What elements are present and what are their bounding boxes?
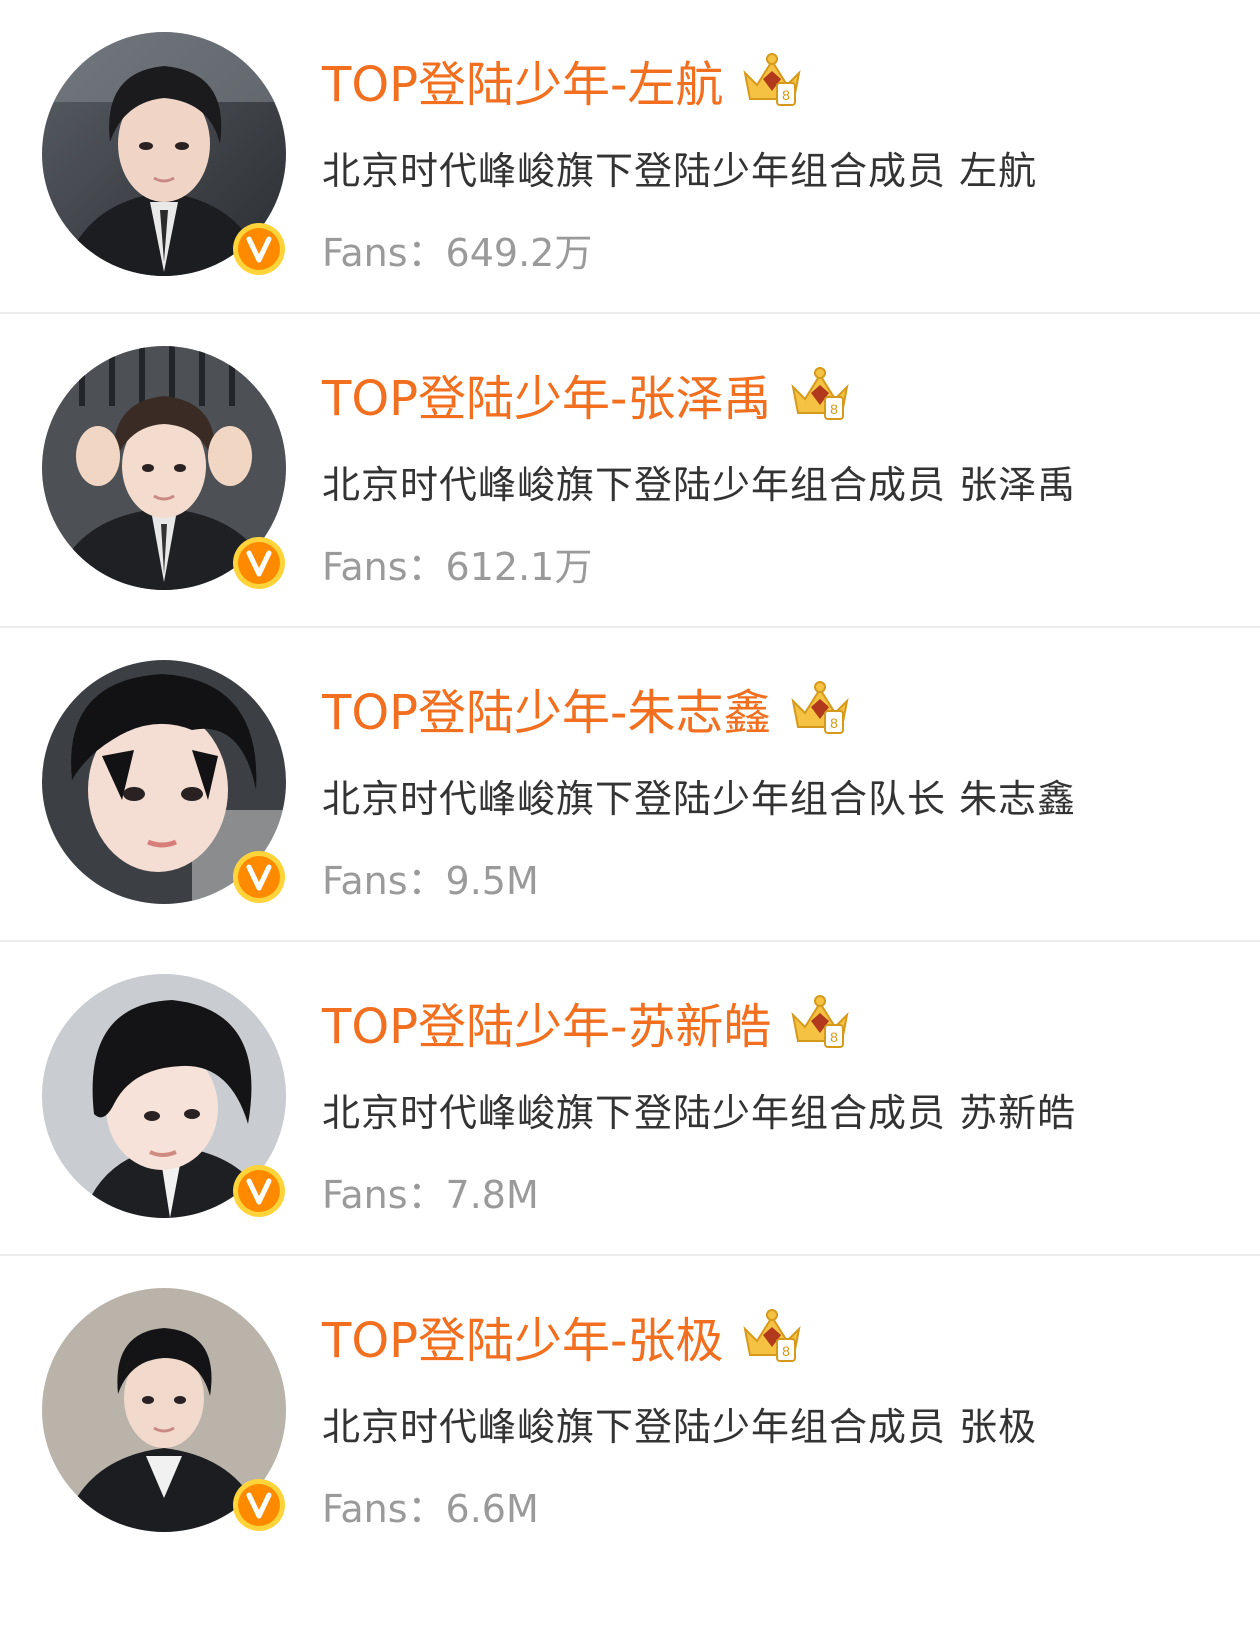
user-name[interactable]: TOP登陆少年-张极 bbox=[322, 1301, 723, 1371]
user-description: 北京时代峰峻旗下登陆少年组合成员 苏新皓 bbox=[322, 1091, 1077, 1135]
fans-count: Fans：612.1万 bbox=[322, 536, 592, 591]
user-list: TOP登陆少年-左航 8 北京时代峰峻旗下登陆少年组合成员 左航 Fans：64… bbox=[0, 0, 1260, 1586]
user-name-link[interactable]: TOP登陆少年-朱志鑫 8 bbox=[322, 673, 853, 743]
fans-value: 7.8M bbox=[445, 1173, 539, 1217]
svg-text:8: 8 bbox=[830, 1029, 838, 1045]
crown-level-icon: 8 bbox=[791, 681, 849, 734]
user-name[interactable]: TOP登陆少年-朱志鑫 bbox=[322, 673, 771, 743]
fans-label: Fans： bbox=[322, 231, 446, 275]
user-name[interactable]: TOP登陆少年-张泽禹 bbox=[322, 359, 771, 429]
avatar-container[interactable] bbox=[42, 1288, 286, 1532]
verified-v-icon bbox=[233, 851, 285, 903]
avatar-container[interactable] bbox=[42, 974, 286, 1218]
user-description: 北京时代峰峻旗下登陆少年组合成员 左航 bbox=[322, 149, 1038, 193]
svg-text:8: 8 bbox=[782, 1343, 790, 1359]
fans-count: Fans：649.2万 bbox=[322, 222, 592, 277]
user-name-link[interactable]: TOP登陆少年-苏新皓 8 bbox=[322, 987, 853, 1057]
verified-v-icon bbox=[233, 223, 285, 275]
verified-v-icon bbox=[233, 1165, 285, 1217]
avatar-container[interactable] bbox=[42, 32, 286, 276]
user-row[interactable]: TOP登陆少年-张极 8 北京时代峰峻旗下登陆少年组合成员 张极 Fans：6.… bbox=[0, 1256, 1260, 1586]
verified-v-icon bbox=[233, 1479, 285, 1531]
fans-label: Fans： bbox=[322, 545, 446, 589]
fans-value: 612.1万 bbox=[445, 545, 593, 589]
crown-level-icon: 8 bbox=[743, 1309, 801, 1362]
user-name-link[interactable]: TOP登陆少年-张泽禹 8 bbox=[322, 359, 853, 429]
fans-value: 649.2万 bbox=[445, 231, 593, 275]
fans-count: Fans：6.6M bbox=[322, 1478, 539, 1533]
fans-label: Fans： bbox=[322, 1173, 446, 1217]
crown-level-icon: 8 bbox=[743, 53, 801, 106]
user-row[interactable]: TOP登陆少年-苏新皓 8 北京时代峰峻旗下登陆少年组合成员 苏新皓 Fans：… bbox=[0, 942, 1260, 1256]
crown-level-icon: 8 bbox=[791, 367, 849, 420]
fans-value: 9.5M bbox=[445, 859, 539, 903]
fans-count: Fans：9.5M bbox=[322, 850, 539, 905]
svg-text:8: 8 bbox=[830, 715, 838, 731]
svg-text:8: 8 bbox=[782, 87, 790, 103]
avatar-container[interactable] bbox=[42, 660, 286, 904]
user-description: 北京时代峰峻旗下登陆少年组合成员 张极 bbox=[322, 1405, 1038, 1449]
avatar-container[interactable] bbox=[42, 346, 286, 590]
user-description: 北京时代峰峻旗下登陆少年组合队长 朱志鑫 bbox=[322, 777, 1077, 821]
user-row[interactable]: TOP登陆少年-左航 8 北京时代峰峻旗下登陆少年组合成员 左航 Fans：64… bbox=[0, 0, 1260, 314]
user-name-link[interactable]: TOP登陆少年-张极 8 bbox=[322, 1301, 805, 1371]
verified-v-icon bbox=[233, 537, 285, 589]
crown-level-icon: 8 bbox=[791, 995, 849, 1048]
user-name[interactable]: TOP登陆少年-苏新皓 bbox=[322, 987, 771, 1057]
svg-text:8: 8 bbox=[830, 401, 838, 417]
user-description: 北京时代峰峻旗下登陆少年组合成员 张泽禹 bbox=[322, 463, 1077, 507]
user-row[interactable]: TOP登陆少年-张泽禹 8 北京时代峰峻旗下登陆少年组合成员 张泽禹 Fans：… bbox=[0, 314, 1260, 628]
user-name[interactable]: TOP登陆少年-左航 bbox=[322, 45, 723, 115]
fans-label: Fans： bbox=[322, 1487, 446, 1531]
fans-label: Fans： bbox=[322, 859, 446, 903]
user-name-link[interactable]: TOP登陆少年-左航 8 bbox=[322, 45, 805, 115]
fans-value: 6.6M bbox=[445, 1487, 539, 1531]
user-row[interactable]: TOP登陆少年-朱志鑫 8 北京时代峰峻旗下登陆少年组合队长 朱志鑫 Fans：… bbox=[0, 628, 1260, 942]
fans-count: Fans：7.8M bbox=[322, 1164, 539, 1219]
